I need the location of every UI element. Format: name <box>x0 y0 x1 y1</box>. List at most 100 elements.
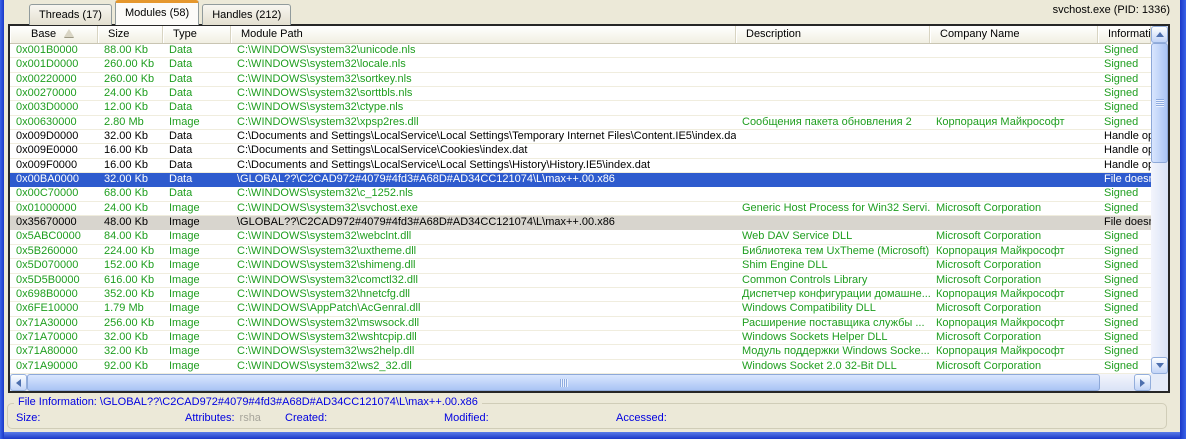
module-row[interactable]: 0x00BA000032.00 KbData\GLOBAL??\C2CAD972… <box>10 173 1151 187</box>
cell-company-name: Microsoft Corporation <box>930 202 1098 215</box>
cell-base: 0x001D0000 <box>10 58 98 71</box>
file-info-field-label: Modified: <box>444 412 489 424</box>
cell-module-path: C:\WINDOWS\system32\hnetcfg.dll <box>231 288 736 301</box>
tab-handles[interactable]: Handles (212) <box>202 4 291 25</box>
module-row[interactable]: 0x5B260000224.00 KbImageC:\WINDOWS\syste… <box>10 245 1151 259</box>
module-row[interactable]: 0x0100000024.00 KbImageC:\WINDOWS\system… <box>10 202 1151 216</box>
cell-size: 1.79 Mb <box>98 302 163 315</box>
module-row[interactable]: 0x009D000032.00 KbDataC:\Documents and S… <box>10 130 1151 144</box>
horizontal-scrollbar[interactable] <box>10 374 1151 391</box>
cell-information: Signed <box>1098 187 1151 200</box>
arrow-down-icon <box>1156 363 1164 368</box>
module-row[interactable]: 0x001B000088.00 KbDataC:\WINDOWS\system3… <box>10 44 1151 58</box>
cell-company-name <box>930 144 1098 157</box>
scroll-down-button[interactable] <box>1151 357 1168 374</box>
cell-type: Data <box>163 58 231 71</box>
column-header-module-path[interactable]: Module Path <box>231 26 736 44</box>
cell-information: Signed <box>1098 101 1151 114</box>
module-row[interactable]: 0x71A7000032.00 KbImageC:\WINDOWS\system… <box>10 331 1151 345</box>
cell-size: 16.00 Kb <box>98 144 163 157</box>
scroll-right-button[interactable] <box>1134 374 1151 391</box>
cell-size: 92.00 Kb <box>98 360 163 373</box>
cell-type: Data <box>163 44 231 57</box>
tab-modules[interactable]: Modules (58) <box>115 0 199 25</box>
cell-module-path: \GLOBAL??\C2CAD972#4079#4fd3#A68D#AD34CC… <box>231 173 736 186</box>
cell-type: Image <box>163 216 231 229</box>
module-row[interactable]: 0x0027000024.00 KbDataC:\WINDOWS\system3… <box>10 87 1151 101</box>
cell-base: 0x71A70000 <box>10 331 98 344</box>
modules-list: Base SizeTypeModule Path Description Compan… <box>8 24 1170 393</box>
vertical-scrollbar[interactable] <box>1151 26 1168 374</box>
cell-company-name: Корпорация Майкрософт <box>930 245 1098 258</box>
cell-information: Handle ope <box>1098 130 1151 143</box>
cell-base: 0x5B260000 <box>10 245 98 258</box>
cell-base: 0x35670000 <box>10 216 98 229</box>
cell-description: Windows Compatibility DLL <box>736 302 930 315</box>
module-row[interactable]: 0x5ABC000084.00 KbImageC:\WINDOWS\system… <box>10 230 1151 244</box>
horizontal-scrollbar-thumb[interactable] <box>27 374 1100 391</box>
cell-information: Signed <box>1098 360 1151 373</box>
scroll-track[interactable] <box>1100 374 1134 391</box>
cell-base: 0x5ABC0000 <box>10 230 98 243</box>
column-header-base[interactable]: Base <box>10 26 98 44</box>
cell-module-path: C:\WINDOWS\system32\locale.nls <box>231 58 736 71</box>
module-row[interactable]: 0x71A9000092.00 KbImageC:\WINDOWS\system… <box>10 360 1151 374</box>
cell-base: 0x01000000 <box>10 202 98 215</box>
tab-threads[interactable]: Threads (17) <box>29 4 112 25</box>
cell-size: 32.00 Kb <box>98 345 163 358</box>
cell-information: Handle ope <box>1098 159 1151 172</box>
module-row[interactable]: 0x698B0000352.00 KbImageC:\WINDOWS\syste… <box>10 288 1151 302</box>
module-row[interactable]: 0x009E000016.00 KbDataC:\Documents and S… <box>10 144 1151 158</box>
column-header-size[interactable]: Size <box>98 26 163 44</box>
scroll-left-button[interactable] <box>10 374 27 391</box>
cell-base: 0x00270000 <box>10 87 98 100</box>
module-row[interactable]: 0x5D5B0000616.00 KbImageC:\WINDOWS\syste… <box>10 274 1151 288</box>
cell-description <box>736 159 930 172</box>
cell-description <box>736 130 930 143</box>
file-info-field-label: Attributes: <box>185 412 235 424</box>
module-row[interactable]: 0x009F000016.00 KbDataC:\Documents and S… <box>10 159 1151 173</box>
file-info-field-label: Created: <box>285 412 327 424</box>
file-info-field: Size: <box>16 412 45 424</box>
cell-module-path: C:\WINDOWS\system32\sortkey.nls <box>231 73 736 86</box>
file-info-fields: Size:Attributes:rshaCreated:Modified:Acc… <box>0 412 1186 426</box>
module-row[interactable]: 0x00C7000068.00 KbDataC:\WINDOWS\system3… <box>10 187 1151 201</box>
module-row[interactable]: 0x71A8000032.00 KbImageC:\WINDOWS\system… <box>10 345 1151 359</box>
cell-description: Shim Engine DLL <box>736 259 930 272</box>
cell-description: Расширение поставщика службы ... <box>736 317 930 330</box>
cell-type: Image <box>163 288 231 301</box>
column-header-label: Base <box>31 28 56 40</box>
cell-type: Data <box>163 159 231 172</box>
module-row[interactable]: 0x00220000260.00 KbDataC:\WINDOWS\system… <box>10 73 1151 87</box>
cell-size: 32.00 Kb <box>98 173 163 186</box>
cell-base: 0x698B0000 <box>10 288 98 301</box>
file-info-field-label: Size: <box>16 412 40 424</box>
module-row[interactable]: 0x5D070000152.00 KbImageC:\WINDOWS\syste… <box>10 259 1151 273</box>
cell-size: 12.00 Kb <box>98 101 163 114</box>
cell-description <box>736 216 930 229</box>
cell-company-name <box>930 159 1098 172</box>
module-row[interactable]: 0x6FE100001.79 MbImageC:\WINDOWS\AppPatc… <box>10 302 1151 316</box>
cell-module-path: C:\Documents and Settings\LocalService\L… <box>231 159 736 172</box>
cell-base: 0x71A80000 <box>10 345 98 358</box>
column-header-label: Description <box>746 28 801 40</box>
module-row[interactable]: 0x001D0000260.00 KbDataC:\WINDOWS\system… <box>10 58 1151 72</box>
cell-size: 260.00 Kb <box>98 73 163 86</box>
cell-size: 16.00 Kb <box>98 159 163 172</box>
module-row[interactable]: 0x71A30000256.00 KbImageC:\WINDOWS\syste… <box>10 317 1151 331</box>
cell-information: Signed <box>1098 230 1151 243</box>
module-row[interactable]: 0x006300002.80 MbImageC:\WINDOWS\system3… <box>10 116 1151 130</box>
module-row[interactable]: 0x3567000048.00 KbImage\GLOBAL??\C2CAD97… <box>10 216 1151 230</box>
cell-module-path: C:\WINDOWS\system32\unicode.nls <box>231 44 736 57</box>
cell-module-path: C:\WINDOWS\system32\ws2_32.dll <box>231 360 736 373</box>
cell-type: Data <box>163 144 231 157</box>
vertical-scrollbar-thumb[interactable] <box>1151 43 1168 163</box>
column-header-company-name[interactable]: Company Name <box>930 26 1098 44</box>
column-header-description[interactable]: Description <box>736 26 930 44</box>
module-row[interactable]: 0x003D000012.00 KbDataC:\WINDOWS\system3… <box>10 101 1151 115</box>
cell-base: 0x00C70000 <box>10 187 98 200</box>
file-info-field: Attributes:rsha <box>185 412 261 424</box>
column-header-information[interactable]: Information <box>1098 26 1151 44</box>
column-header-type[interactable]: Type <box>163 26 231 44</box>
scroll-up-button[interactable] <box>1151 26 1168 43</box>
